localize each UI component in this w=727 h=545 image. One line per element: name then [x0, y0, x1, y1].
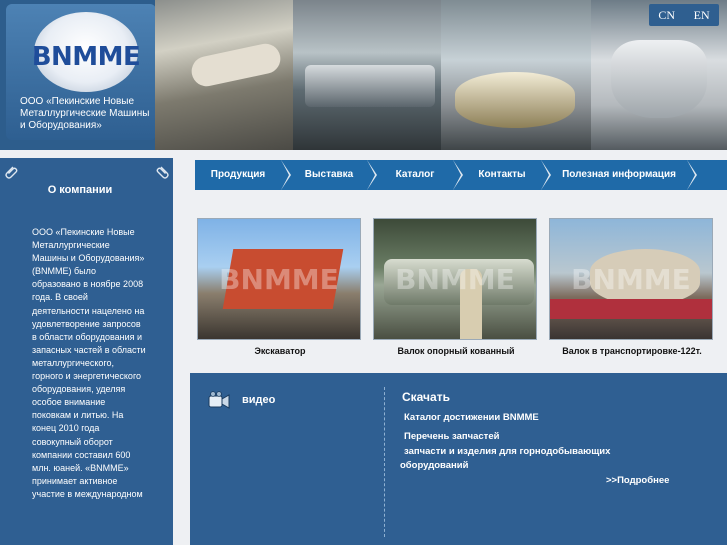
watermark: BNMME — [571, 263, 691, 296]
download-link-catalog[interactable]: Каталог достижении BNMME — [404, 411, 539, 425]
nav-item-products[interactable]: Продукция — [195, 160, 281, 190]
lang-cn-link[interactable]: CN — [658, 8, 675, 23]
product-image-backup-roll[interactable]: BNMME — [373, 218, 537, 340]
video-camera-icon[interactable] — [208, 391, 230, 411]
language-switcher: CN EN — [649, 4, 719, 26]
nav-item-contacts[interactable]: Контакты — [463, 160, 541, 190]
about-text: ООО «Пекинские Новые Металлургические Ма… — [32, 227, 146, 499]
sidebar-header: О компании — [0, 158, 173, 198]
more-link[interactable]: >>Подробнее — [606, 475, 669, 486]
lang-en-link[interactable]: EN — [694, 8, 710, 23]
product-gallery: BNMME Экскаватор BNMME Валок опорный ков… — [195, 218, 727, 364]
logo-panel[interactable]: BNMME ООО «Пекинские Новые Металлургичес… — [6, 4, 156, 140]
paperclip-icon — [156, 166, 169, 179]
video-link[interactable]: видео — [242, 394, 275, 406]
product-caption[interactable]: Валок опорный кованный — [373, 346, 539, 356]
product-caption[interactable]: Валок в транспортировке-122т. — [549, 346, 715, 356]
nav-item-catalog[interactable]: Каталог — [377, 160, 453, 190]
product-card[interactable]: BNMME Валок в транспортировке-122т. — [549, 218, 715, 356]
logo: BNMME — [31, 42, 141, 72]
product-image-excavator[interactable]: BNMME — [197, 218, 361, 340]
about-sidebar: О компании ООО «Пекинские Новые Металлур… — [0, 158, 173, 545]
section-divider — [384, 387, 385, 537]
nav-item-useful-info[interactable]: Полезная информация — [551, 160, 687, 190]
paperclip-icon — [5, 166, 18, 179]
watermark: BNMME — [219, 263, 339, 296]
product-card[interactable]: BNMME Экскаватор — [197, 218, 363, 356]
product-image-roll-transport[interactable]: BNMME — [549, 218, 713, 340]
nav-item-exhibition[interactable]: Выставка — [291, 160, 367, 190]
watermark: BNMME — [395, 263, 515, 296]
sidebar-title: О компании — [47, 184, 113, 196]
download-link-parts-list[interactable]: Перечень запчастей — [404, 430, 499, 444]
bottom-panel: видео Скачать Каталог достижении BNMME П… — [190, 373, 727, 545]
header-photo-strip — [155, 0, 727, 150]
download-title: Скачать — [402, 390, 450, 404]
product-caption[interactable]: Экскаватор — [197, 346, 363, 356]
main-nav: Продукция Выставка Каталог Контакты Поле… — [195, 160, 727, 190]
product-card[interactable]: BNMME Валок опорный кованный — [373, 218, 539, 356]
company-name: ООО «Пекинские Новые Металлургические Ма… — [20, 96, 150, 131]
site-header: BNMME ООО «Пекинские Новые Металлургичес… — [0, 0, 727, 150]
download-link-mining-parts[interactable]: запчасти и изделия для горнодобывающих о… — [400, 445, 640, 473]
